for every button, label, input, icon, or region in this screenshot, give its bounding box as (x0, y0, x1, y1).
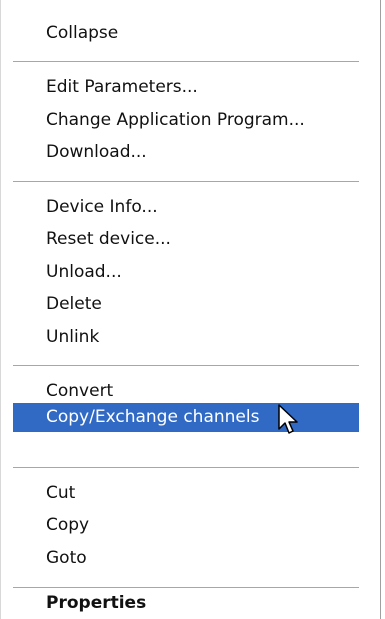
menu-item-goto[interactable]: Goto (13, 544, 359, 573)
menu-item-device-info[interactable]: Device Info... (13, 193, 359, 222)
menu-item-unload[interactable]: Unload... (13, 258, 359, 287)
menu-item-convert[interactable]: Convert (13, 377, 359, 406)
menu-separator (13, 467, 359, 469)
menu-item-properties[interactable]: Properties (13, 589, 359, 618)
menu-item-delete[interactable]: Delete (13, 290, 359, 319)
menu-item-change-application-program[interactable]: Change Application Program... (13, 106, 359, 135)
menu-item-copy-exchange-channels[interactable]: Copy/Exchange channels (13, 403, 359, 432)
arrow-cursor-icon (278, 404, 298, 434)
menu-item-copy[interactable]: Copy (13, 511, 359, 540)
menu-item-download[interactable]: Download... (13, 138, 359, 167)
context-menu: Collapse Edit Parameters... Change Appli… (0, 0, 381, 619)
menu-item-unlink[interactable]: Unlink (13, 323, 359, 352)
menu-separator (13, 181, 359, 183)
menu-item-collapse[interactable]: Collapse (13, 19, 359, 48)
menu-item-cut[interactable]: Cut (13, 479, 359, 508)
menu-separator (13, 61, 359, 63)
menu-item-reset-device[interactable]: Reset device... (13, 225, 359, 254)
menu-separator (13, 365, 359, 367)
menu-item-edit-parameters[interactable]: Edit Parameters... (13, 73, 359, 102)
